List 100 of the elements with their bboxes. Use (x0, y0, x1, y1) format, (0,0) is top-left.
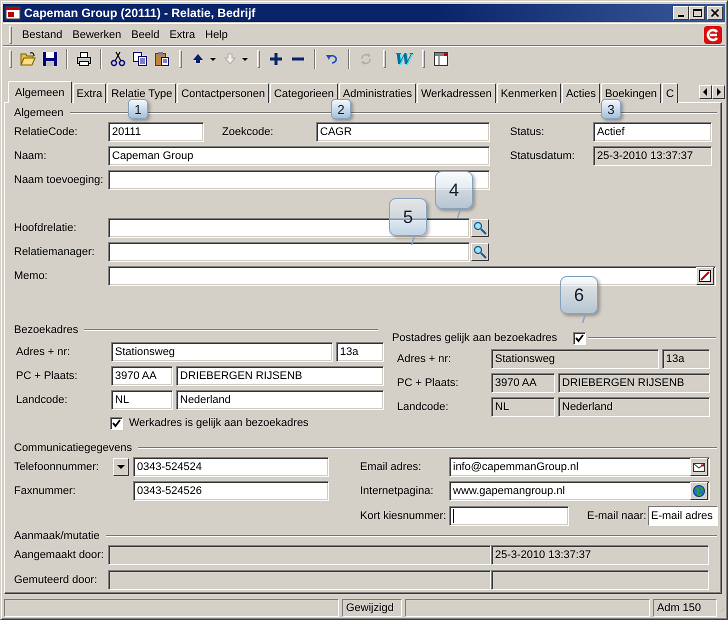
tab[interactable]: Boekingen (600, 83, 661, 103)
group-title: Postadres gelijk aan bezoekadres (392, 332, 558, 344)
window-title: Capeman Group (20111) - Relatie, Bedrijf (24, 6, 256, 20)
close-button[interactable] (707, 6, 723, 20)
group-title: Algemeen (14, 107, 64, 119)
tab[interactable]: Werkadressen (416, 83, 496, 103)
minimize-icon (678, 15, 684, 17)
menu-item[interactable]: Extra (164, 28, 200, 40)
field-label: Faxnummer: (14, 485, 76, 497)
caret-icon (117, 463, 125, 471)
callout-tooltip: 6 (560, 276, 598, 314)
field-label: Telefoonnummer: (14, 461, 99, 473)
window-icon[interactable] (432, 50, 449, 66)
search-button[interactable] (471, 243, 489, 261)
search-icon (473, 245, 487, 259)
printer-icon[interactable] (76, 50, 92, 66)
input-field[interactable]: CAGR (316, 122, 490, 142)
tab[interactable]: Categorieen (270, 83, 338, 103)
tab[interactable]: C (662, 83, 678, 103)
envelope-icon (692, 460, 706, 474)
input-field[interactable]: 0343-524526 (133, 481, 329, 501)
maximize-button[interactable] (689, 6, 705, 20)
callout-tooltip: 1 (128, 99, 148, 119)
field-label: Landcode: (16, 394, 68, 406)
status-panel: Adm 150 (653, 599, 717, 617)
field-label: Hoofdrelatie: (14, 222, 76, 234)
status-panel: Gewijzigd (342, 599, 402, 617)
input-field[interactable]: Nederland (176, 390, 384, 410)
field-label: Relatiemanager: (14, 246, 95, 258)
tab[interactable]: Algemeen (8, 81, 72, 103)
field-label: RelatieCode: (14, 126, 78, 138)
input-field[interactable] (108, 242, 470, 262)
input-field[interactable]: Actief (593, 122, 712, 142)
group-title: Aanmaak/mutatie (14, 530, 100, 542)
input-field[interactable]: 20111 (108, 122, 204, 142)
field-label: Zoekcode: (222, 126, 274, 138)
checkbox-label: Werkadres is gelijk aan bezoekadres (129, 417, 309, 429)
input-field[interactable]: 3970 AA (111, 366, 173, 386)
tab[interactable]: Administraties (338, 83, 416, 103)
leader-line (457, 209, 461, 218)
minimize-button[interactable] (673, 6, 689, 20)
checkbox[interactable] (110, 416, 123, 430)
callout-tooltip: 3 (601, 99, 621, 119)
field-label: PC + Plaats: (16, 370, 78, 382)
input-field[interactable]: DRIEBERGEN RIJSENB (176, 366, 384, 386)
app-icon (5, 5, 21, 21)
search-button[interactable] (471, 219, 489, 237)
checkbox[interactable] (573, 332, 586, 344)
scroll-right-button[interactable] (712, 85, 725, 99)
open-folder-icon[interactable] (20, 50, 36, 66)
field-label: Naam: (14, 150, 46, 162)
tab[interactable]: Extra (72, 83, 106, 103)
input-field[interactable]: Capeman Group (108, 146, 490, 166)
clipboard-icon[interactable] (154, 50, 170, 66)
menu-item[interactable]: Beeld (126, 28, 164, 40)
field-label: Adres + nr: (397, 353, 452, 365)
input-field[interactable]: info@capemmanGroup.nl (449, 457, 710, 477)
input-field[interactable]: www.gapemangroup.nl (449, 481, 710, 501)
field-label: Statusdatum: (510, 150, 575, 162)
input-field[interactable]: 13a (336, 342, 384, 362)
globe-icon (692, 484, 706, 498)
dropdown-button[interactable] (113, 458, 129, 476)
callout-tooltip: 4 (435, 171, 473, 209)
tab[interactable]: Relatie Type (107, 83, 176, 103)
input-field[interactable] (108, 266, 716, 286)
copy-icon[interactable] (132, 50, 148, 66)
left-triangle-icon (701, 87, 710, 97)
app-logo (704, 26, 722, 44)
input-field[interactable]: 0343-524524 (133, 457, 329, 477)
input-field: 3970 AA (491, 373, 555, 393)
field-label: Naam toevoeging: (14, 174, 104, 186)
field-label: Memo: (14, 270, 48, 282)
menu-item[interactable]: Help (200, 28, 233, 40)
input-field[interactable] (449, 506, 569, 526)
edit-button[interactable] (696, 267, 714, 285)
input-field: 13a (662, 349, 710, 369)
tab[interactable]: Contactpersonen (177, 83, 269, 103)
menu-item[interactable]: Bewerken (67, 28, 126, 40)
field-label: Internetpagina: (360, 485, 434, 497)
tab[interactable]: Kenmerken (496, 83, 561, 103)
toolbar-button[interactable]: W (395, 50, 412, 66)
field-label: Adres + nr: (16, 346, 70, 358)
mail-button[interactable] (690, 458, 708, 476)
input-field[interactable]: NL (111, 390, 173, 410)
field-label: Aangemaakt door: (14, 549, 104, 561)
scissors-icon[interactable] (110, 50, 126, 66)
menu-item[interactable]: Bestand (17, 28, 68, 40)
browse-button[interactable] (690, 482, 708, 500)
field-label: Email adres: (360, 461, 422, 473)
callout-tooltip: 2 (331, 99, 351, 119)
tab[interactable]: Acties (562, 83, 600, 103)
field-label: Kort kiesnummer: (360, 510, 446, 522)
input-field: Stationsweg (491, 349, 659, 369)
input-field[interactable]: Stationsweg (111, 342, 333, 362)
leader-line (411, 236, 415, 245)
input-field: Nederland (558, 397, 710, 417)
plus-icon[interactable] (268, 50, 284, 66)
input-field: DRIEBERGEN RIJSENB (558, 373, 710, 393)
scroll-left-button[interactable] (699, 85, 712, 99)
input-field[interactable]: E-mail adres (648, 506, 718, 526)
